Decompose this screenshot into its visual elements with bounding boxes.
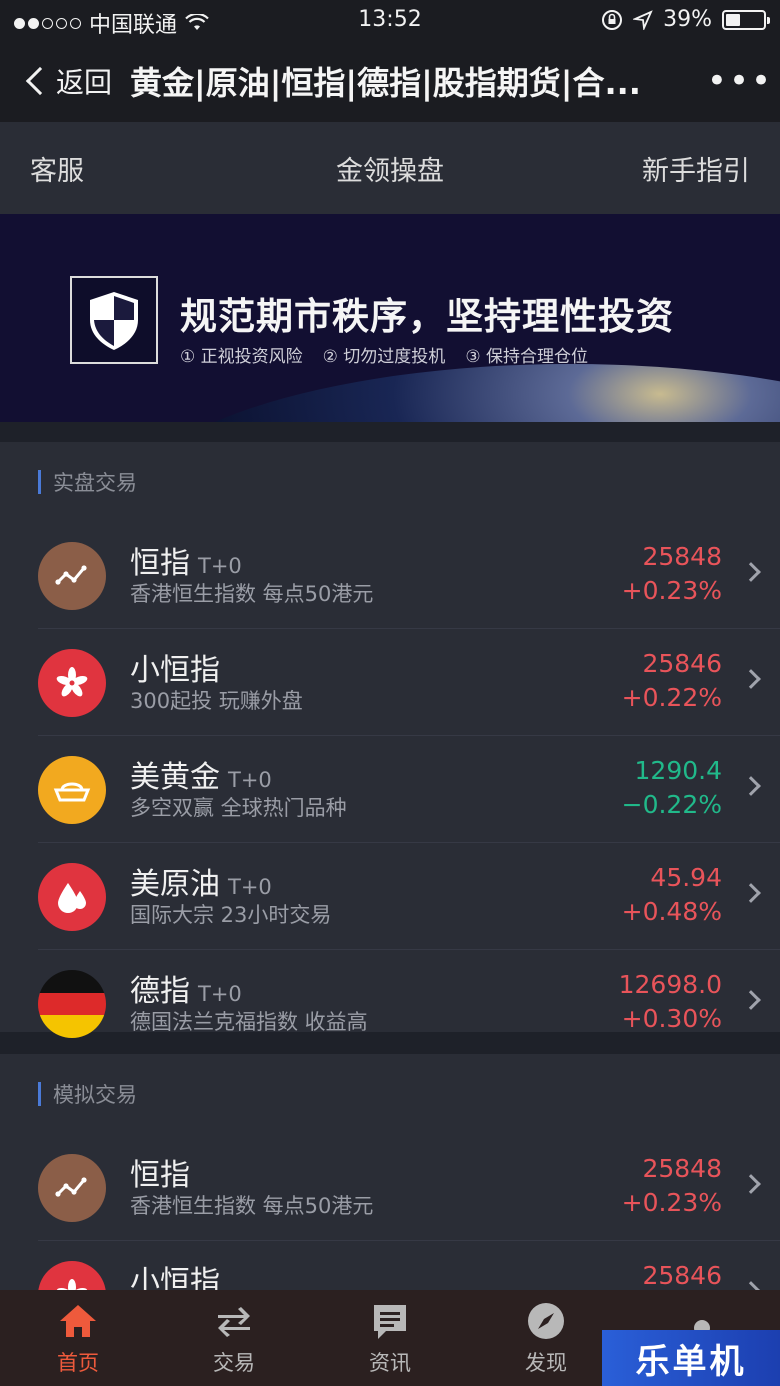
chevron-right-icon <box>741 669 761 689</box>
home-icon <box>60 1305 96 1337</box>
chevron-right-icon <box>741 562 761 582</box>
oil-drop-icon <box>38 863 106 931</box>
tab-news[interactable]: 资讯 <box>312 1290 468 1386</box>
market-change: +0.23% <box>621 1188 722 1217</box>
market-name-wrap: 小恒指 <box>130 1257 228 1290</box>
market-description: 德国法兰克福指数 收益高 <box>130 1010 368 1034</box>
market-row[interactable]: 美原油 T+0 国际大宗 23小时交易 45.94 +0.48% <box>0 843 780 950</box>
section-real-trading: 实盘交易 恒指 T+0 香港恒生指数 每点50港元 25848 +0.23% 小恒指 300… <box>0 442 780 1057</box>
market-tag: T+0 <box>228 875 272 899</box>
market-description: 香港恒生指数 每点50港元 <box>130 1194 374 1218</box>
market-name: 美原油 <box>130 867 220 902</box>
tab-discover[interactable]: 发现 <box>468 1290 624 1386</box>
gold-ingot-icon <box>38 756 106 824</box>
market-change: +0.30% <box>621 1004 722 1033</box>
market-description: 国际大宗 23小时交易 <box>130 903 332 927</box>
market-tag: T+0 <box>198 982 242 1006</box>
chevron-right-icon <box>741 1281 761 1290</box>
market-name-wrap: 德指 T+0 <box>130 966 242 1010</box>
market-name-wrap: 恒指 <box>130 1150 198 1194</box>
tab-home[interactable]: 首页 <box>0 1290 156 1386</box>
market-name-wrap: 小恒指 <box>130 645 228 689</box>
market-row[interactable]: 美黄金 T+0 多空双赢 全球热门品种 1290.4 −0.22% <box>0 736 780 843</box>
market-change: −0.22% <box>621 790 722 819</box>
market-tag: T+0 <box>198 554 242 578</box>
market-name-wrap: 美原油 T+0 <box>130 859 272 903</box>
market-change: +0.22% <box>621 683 722 712</box>
brand-title: 金领操盘 <box>336 155 444 187</box>
battery-percent: 39% <box>663 7 712 32</box>
market-name-wrap: 恒指 T+0 <box>130 538 242 582</box>
market-name: 德指 <box>130 974 190 1009</box>
back-button[interactable]: 返回 <box>0 61 130 101</box>
market-name: 美黄金 <box>130 760 220 795</box>
chevron-right-icon <box>741 883 761 903</box>
section-title: 模拟交易 <box>0 1054 780 1134</box>
customer-service-link[interactable]: 客服 <box>30 149 84 188</box>
bauhinia-icon <box>38 649 106 717</box>
market-description: 多空双赢 全球热门品种 <box>130 796 347 820</box>
tab-label: 资讯 <box>369 1351 411 1375</box>
market-price: 1290.4 <box>634 756 722 785</box>
section-title: 实盘交易 <box>0 442 780 522</box>
market-row[interactable]: 小恒指300起投 玩赚外盘25846+0.22% <box>0 1241 780 1290</box>
shield-icon <box>70 276 158 364</box>
watermark-logo: 乐单机 <box>602 1330 780 1386</box>
banner-tips: ① 正视投资风险 ② 切勿过度投机 ③ 保持合理仓位 <box>180 342 588 367</box>
exchange-icon <box>218 1307 250 1337</box>
status-right: 39% <box>601 7 770 32</box>
beginner-guide-link[interactable]: 新手指引 <box>642 149 750 188</box>
market-row[interactable]: 德指 T+0 德国法兰克福指数 收益高 12698.0 +0.30% <box>0 950 780 1057</box>
market-name: 小恒指 <box>130 653 220 688</box>
market-price: 25846 <box>642 649 722 678</box>
banner[interactable]: 规范期市秩序，坚持理性投资 ① 正视投资风险 ② 切勿过度投机 ③ 保持合理仓位 <box>0 214 780 422</box>
market-name: 恒指 <box>130 546 190 581</box>
sub-header: 客服 金领操盘 新手指引 <box>0 122 780 214</box>
market-row[interactable]: 恒指 T+0 香港恒生指数 每点50港元 25848 +0.23% <box>0 522 780 629</box>
market-change: +0.23% <box>621 576 722 605</box>
market-description: 香港恒生指数 每点50港元 <box>130 582 374 606</box>
status-bar: 中国联通 13:52 39% <box>0 0 780 40</box>
nav-bar: 返回 黄金|原油|恒指|德指|股指期货|合... ••• <box>0 40 780 122</box>
section-simulated-trading: 模拟交易 恒指香港恒生指数 每点50港元 25848 +0.23% 小恒指300起投 … <box>0 1054 780 1290</box>
chevron-right-icon <box>741 776 761 796</box>
market-price: 25846 <box>642 1261 722 1290</box>
location-arrow-icon <box>633 9 653 30</box>
banner-tip: ② 切勿过度投机 <box>322 347 446 367</box>
market-change: +0.48% <box>621 897 722 926</box>
banner-headline: 规范期市秩序，坚持理性投资 <box>180 295 674 338</box>
more-button[interactable]: ••• <box>700 61 780 101</box>
rotation-lock-icon <box>602 9 623 30</box>
market-row[interactable]: 恒指 香港恒生指数 每点50港元 25848 +0.23% <box>0 1134 780 1241</box>
chart-line-icon <box>38 1154 106 1222</box>
chevron-right-icon <box>741 990 761 1010</box>
market-price: 12698.0 <box>618 970 722 999</box>
market-row[interactable]: 小恒指300起投 玩赚外盘 25846 +0.22% <box>0 629 780 736</box>
market-price: 25848 <box>642 1154 722 1183</box>
chart-line-icon <box>38 542 106 610</box>
earth-glow <box>120 364 780 422</box>
market-name-wrap: 美黄金 T+0 <box>130 752 272 796</box>
market-name: 恒指 <box>130 1158 190 1193</box>
chevron-right-icon <box>741 1174 761 1194</box>
bauhinia-icon <box>38 1261 106 1290</box>
message-icon <box>374 1305 406 1339</box>
tab-label: 交易 <box>213 1351 255 1375</box>
compass-icon <box>528 1303 564 1339</box>
back-label: 返回 <box>56 66 113 99</box>
market-price: 45.94 <box>650 863 722 892</box>
banner-tip: ① 正视投资风险 <box>180 347 303 367</box>
tab-trade[interactable]: 交易 <box>156 1290 312 1386</box>
tab-label: 发现 <box>525 1351 567 1375</box>
market-description: 300起投 玩赚外盘 <box>130 689 303 713</box>
market-name: 小恒指 <box>130 1265 220 1290</box>
page-title: 黄金|原油|恒指|德指|股指期货|合... <box>130 64 641 102</box>
battery-icon <box>722 9 770 30</box>
market-tag: T+0 <box>228 768 272 792</box>
tab-label: 首页 <box>57 1351 99 1375</box>
germany-flag-icon <box>38 970 106 1038</box>
chevron-left-icon <box>25 66 55 96</box>
market-price: 25848 <box>642 542 722 571</box>
banner-tip: ③ 保持合理仓位 <box>465 347 588 367</box>
